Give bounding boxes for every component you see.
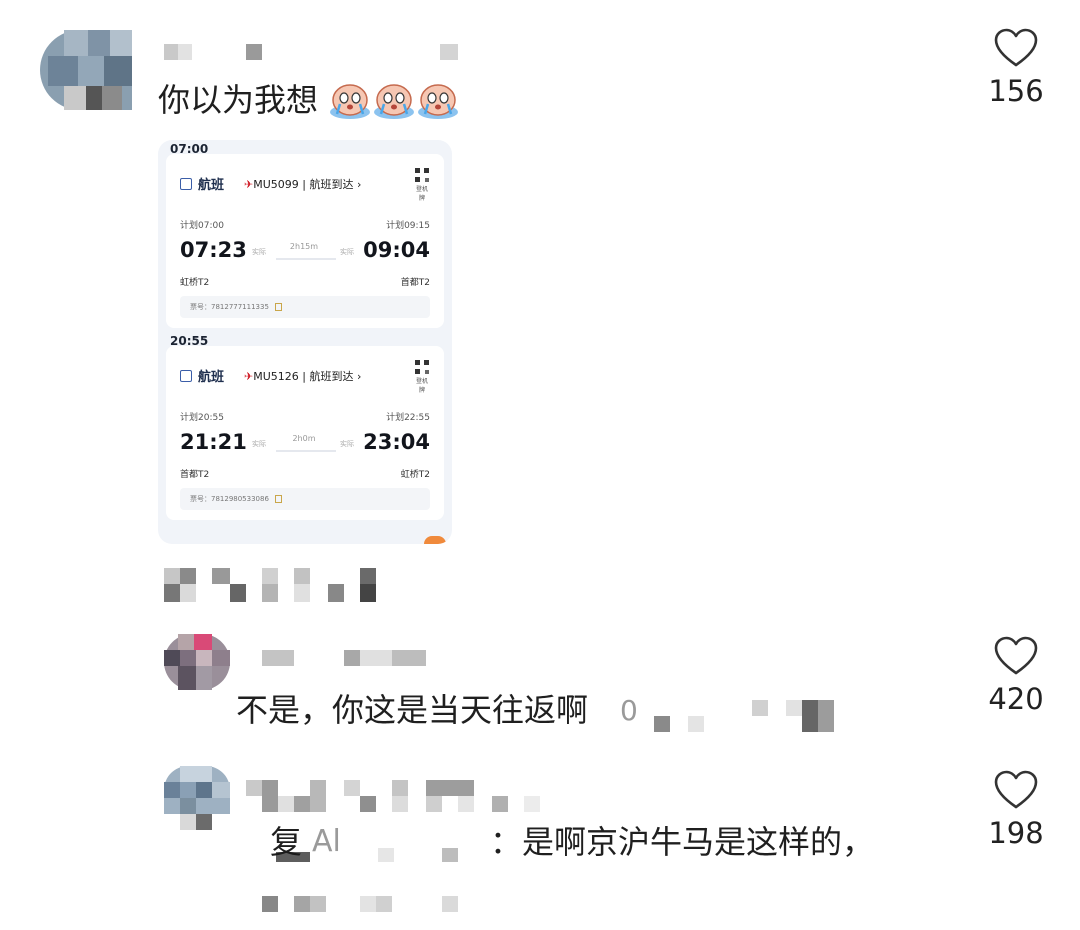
plan-departure: 计划07:00 [180, 221, 224, 231]
actual-arrival: 23:04 [363, 430, 430, 454]
flight-tab: 航班 [180, 174, 224, 193]
orange-corner [424, 536, 446, 544]
flight-card: 航班 ✈MU5099 | 航班到达 › 登机牌 计划07:00 计划09:15 … [166, 154, 444, 328]
like-count: 198 [988, 816, 1044, 850]
flight-duration: 2h0m [292, 434, 316, 443]
departure-terminal: 首都T2 [180, 470, 210, 480]
actual-departure: 21:21 [180, 430, 247, 454]
qr-code-icon: 登机牌 [414, 360, 430, 394]
arrival-label: 实际 [340, 248, 354, 256]
heart-outline-icon[interactable] [994, 28, 1038, 68]
actual-arrival: 09:04 [363, 238, 430, 262]
arrival-terminal: 首都T2 [400, 278, 430, 288]
departure-terminal: 虹桥T2 [180, 278, 210, 288]
like-count: 156 [988, 74, 1044, 108]
crying-emoji [374, 84, 414, 119]
reply-underline [276, 852, 310, 862]
plan-arrival: 计划22:55 [386, 413, 430, 423]
avatar[interactable] [164, 766, 230, 830]
crying-emoji [330, 84, 370, 119]
plan-departure: 计划20:55 [180, 413, 224, 423]
like-button[interactable]: 156 [976, 28, 1056, 108]
crying-emoji [418, 84, 458, 119]
avatar[interactable] [164, 634, 230, 690]
mention-partial[interactable]: Al [312, 824, 341, 859]
plane-icon [180, 177, 192, 190]
flight-card: 航班 ✈MU5126 | 航班到达 › 登机牌 计划20:55 计划22:55 … [166, 346, 444, 520]
plane-icon [180, 369, 192, 382]
like-count: 420 [988, 682, 1044, 716]
avatar[interactable] [40, 30, 132, 110]
arrival-terminal: 虹桥T2 [400, 470, 430, 480]
departure-label: 实际 [252, 248, 266, 256]
route-line [276, 450, 336, 452]
plan-arrival: 计划09:15 [386, 221, 430, 231]
heart-outline-icon[interactable] [994, 636, 1038, 676]
flight-number: ✈MU5126 | 航班到达 › [244, 370, 362, 383]
route-line [276, 258, 336, 260]
copy-icon [274, 495, 282, 503]
comment-text: 你以为我想 [158, 80, 318, 120]
arrival-label: 实际 [340, 440, 354, 448]
actual-departure: 07:23 [180, 238, 247, 262]
flight-number: ✈MU5099 | 航班到达 › [244, 178, 362, 191]
comment-text: 不是，你这是当天往返啊 [236, 691, 589, 729]
flight-tab: 航班 [180, 366, 224, 385]
ticket-number: 票号：7812980533086 [180, 488, 430, 510]
departure-label: 实际 [252, 440, 266, 448]
flight-duration: 2h15m [289, 242, 319, 251]
ticket-number: 票号：7812777111335 [180, 296, 430, 318]
copy-icon [274, 303, 282, 311]
like-button[interactable]: 198 [976, 770, 1056, 850]
like-button[interactable]: 420 [976, 636, 1056, 716]
inline-value: 0 [620, 694, 638, 727]
heart-outline-icon[interactable] [994, 770, 1038, 810]
attached-image[interactable]: 07:00 航班 ✈MU5099 | 航班到达 › 登机牌 计划07:00 计划… [158, 140, 452, 544]
comment-text-prefix: 你以为我想 [158, 81, 319, 119]
qr-code-icon: 登机牌 [414, 168, 430, 202]
comment-text: ：是啊京沪牛马是这样的， [490, 823, 875, 861]
